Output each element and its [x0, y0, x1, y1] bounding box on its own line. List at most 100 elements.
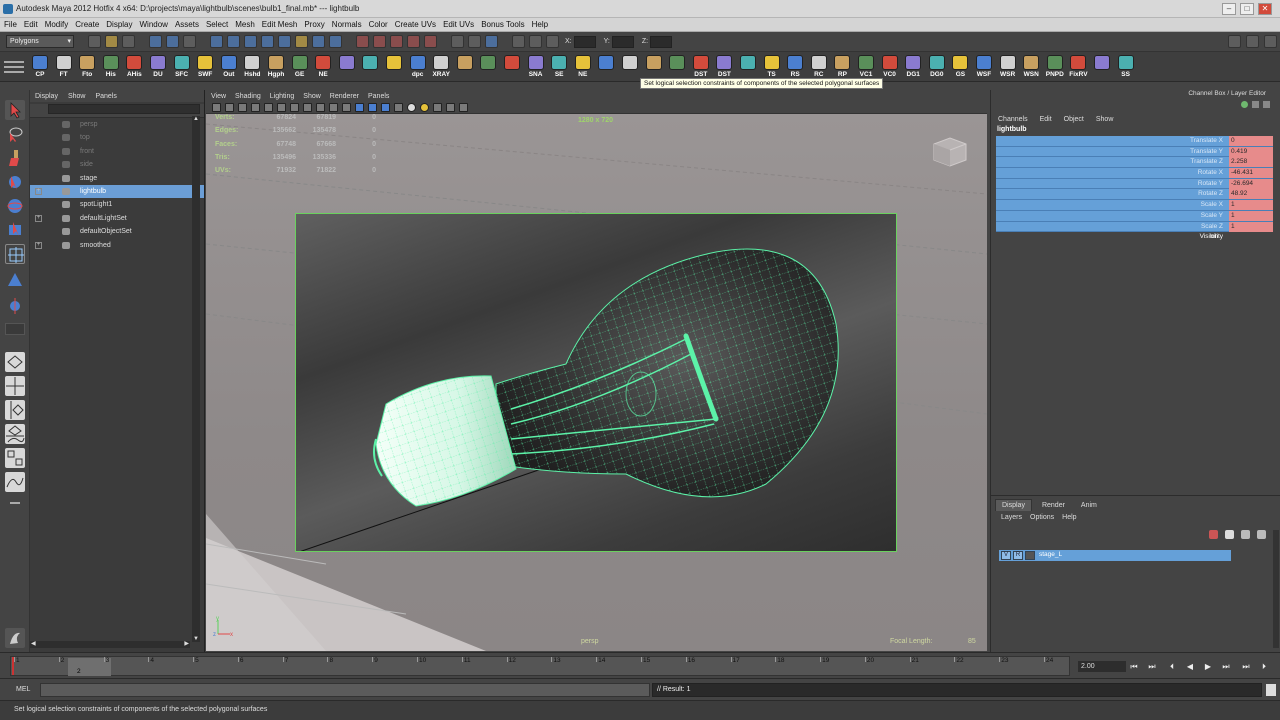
attribute-editor-icon[interactable]: [1246, 35, 1259, 48]
viewport-menu-shading[interactable]: Shading: [235, 93, 261, 100]
hypershade-layout-icon[interactable]: [5, 448, 25, 468]
safe-action-icon[interactable]: [329, 103, 338, 112]
resolution-gate-icon[interactable]: [290, 103, 299, 112]
mel-command-input[interactable]: [40, 683, 650, 697]
shelf-button[interactable]: [642, 54, 666, 80]
layer-menu-help[interactable]: Help: [1062, 514, 1076, 521]
shelf-button[interactable]: [594, 54, 618, 80]
current-frame-field[interactable]: 2.00: [1078, 661, 1126, 672]
isolate-select-icon[interactable]: [446, 103, 455, 112]
wireframe-icon[interactable]: [355, 103, 364, 112]
outliner-item[interactable]: + lightbulb: [30, 184, 204, 199]
gate-mask-icon[interactable]: [303, 103, 312, 112]
menu-bonus-tools[interactable]: Bonus Tools: [481, 20, 524, 29]
tab-display[interactable]: Display: [995, 499, 1032, 511]
graph-editor-layout-icon[interactable]: [5, 472, 25, 492]
step-forward-key-icon[interactable]: ⏭: [1220, 662, 1232, 672]
image-plane-icon[interactable]: [251, 103, 260, 112]
select-camera-icon[interactable]: [212, 103, 221, 112]
menu-select[interactable]: Select: [206, 20, 228, 29]
y-field[interactable]: [611, 35, 634, 48]
menu-color[interactable]: Color: [369, 20, 388, 29]
attribute-editor-toggle-icon[interactable]: [485, 35, 498, 48]
field-chart-icon[interactable]: [316, 103, 325, 112]
shelf-button[interactable]: [665, 54, 689, 80]
render-settings-icon[interactable]: [390, 35, 403, 48]
shelf-button[interactable]: NE: [571, 54, 595, 80]
layer-reference-toggle[interactable]: R: [1013, 551, 1023, 560]
playback-options-icon[interactable]: ⏵: [1258, 662, 1270, 672]
outliner-menu-show[interactable]: Show: [68, 93, 86, 100]
outliner-item[interactable]: top: [30, 131, 204, 144]
menu-edit-mesh[interactable]: Edit Mesh: [262, 20, 298, 29]
select-hierarchy-icon[interactable]: [149, 35, 162, 48]
shelf-button[interactable]: WSN: [1019, 54, 1043, 80]
go-to-end-icon[interactable]: ⏭: [1240, 662, 1252, 672]
shelf-button[interactable]: [382, 54, 406, 80]
show-manipulator-icon[interactable]: [5, 296, 25, 316]
script-editor-button[interactable]: [1266, 684, 1276, 696]
select-object-icon[interactable]: [166, 35, 179, 48]
outliner-menu-panels[interactable]: Panels: [95, 93, 116, 100]
persp-graph-layout-icon[interactable]: [5, 424, 25, 444]
channel-box-icon[interactable]: [1264, 35, 1277, 48]
layer-scrollbar[interactable]: [1273, 530, 1279, 648]
shelf-button[interactable]: DG1: [901, 54, 925, 80]
close-button[interactable]: ✕: [1258, 3, 1272, 15]
lasso-tool-icon[interactable]: [5, 124, 25, 144]
output-field-icon[interactable]: [468, 35, 481, 48]
play-backward-icon[interactable]: ◀: [1184, 662, 1196, 672]
channel-row[interactable]: Scale Y 1: [996, 210, 1273, 222]
outliner-item[interactable]: stage: [30, 172, 204, 185]
viewport-3d-scene[interactable]: 1280 x 720 Verts: 67824 67819 0 Edges: 135662…: [206, 114, 987, 651]
channel-menu-edit[interactable]: Edit: [1040, 116, 1052, 123]
shelf-menu-icon[interactable]: [4, 58, 24, 76]
outliner-item[interactable]: front: [30, 145, 204, 158]
channel-row[interactable]: Scale Z 1: [996, 221, 1273, 233]
shelf-button[interactable]: [1090, 54, 1114, 80]
layer-menu-options[interactable]: Options: [1030, 514, 1054, 521]
expand-icon[interactable]: +: [35, 241, 42, 249]
z-field[interactable]: [650, 35, 673, 48]
shelf-button[interactable]: DU: [146, 54, 170, 80]
viewport-menu-lighting[interactable]: Lighting: [270, 93, 295, 100]
sidebar-toggle-icon[interactable]: [512, 35, 525, 48]
channel-row[interactable]: Translate Y 0.419: [996, 146, 1273, 158]
shelf-button[interactable]: SS: [1114, 54, 1138, 80]
play-forward-icon[interactable]: ▶: [1202, 662, 1214, 672]
manipulator-tool-icon[interactable]: [5, 244, 25, 264]
menu-proxy[interactable]: Proxy: [304, 20, 324, 29]
new-layer-selected-icon[interactable]: [1241, 530, 1250, 539]
shelf-button[interactable]: AHis: [122, 54, 146, 80]
menu-edit-uvs[interactable]: Edit UVs: [443, 20, 474, 29]
shelf-button[interactable]: RC: [807, 54, 831, 80]
shelf-button[interactable]: VC1: [854, 54, 878, 80]
persp-outliner-layout-icon[interactable]: [5, 400, 25, 420]
shelf-button[interactable]: TS: [760, 54, 784, 80]
smooth-shade-icon[interactable]: [368, 103, 377, 112]
hypershade-icon[interactable]: [407, 35, 420, 48]
menu-assets[interactable]: Assets: [175, 20, 199, 29]
channel-menu-show[interactable]: Show: [1096, 116, 1114, 123]
move-tool-icon[interactable]: [5, 172, 25, 192]
mel-label[interactable]: MEL: [16, 686, 30, 693]
construction-icon[interactable]: [329, 35, 342, 48]
scale-tool-icon[interactable]: [5, 220, 25, 240]
shelf-button[interactable]: Hgph: [264, 54, 288, 80]
menu-window[interactable]: Window: [140, 20, 168, 29]
wireframe-on-shaded-icon[interactable]: [381, 103, 390, 112]
channel-box-icon-a[interactable]: [1241, 101, 1248, 108]
view-cube[interactable]: [930, 134, 970, 170]
new-empty-layer-icon[interactable]: [1225, 530, 1234, 539]
shelf-button[interactable]: NE: [311, 54, 335, 80]
channel-row[interactable]: Rotate Y -26.694: [996, 178, 1273, 190]
render-view-icon[interactable]: [424, 35, 437, 48]
film-gate-icon[interactable]: [277, 103, 286, 112]
lock-icon[interactable]: [295, 35, 308, 48]
expand-icon[interactable]: +: [35, 187, 42, 195]
shelf-button[interactable]: WSF: [972, 54, 996, 80]
outliner-search-input[interactable]: [48, 104, 200, 114]
scroll-left-icon[interactable]: ◀: [31, 640, 36, 647]
shelf-button[interactable]: RP: [830, 54, 854, 80]
single-view-layout-icon[interactable]: [5, 352, 25, 372]
